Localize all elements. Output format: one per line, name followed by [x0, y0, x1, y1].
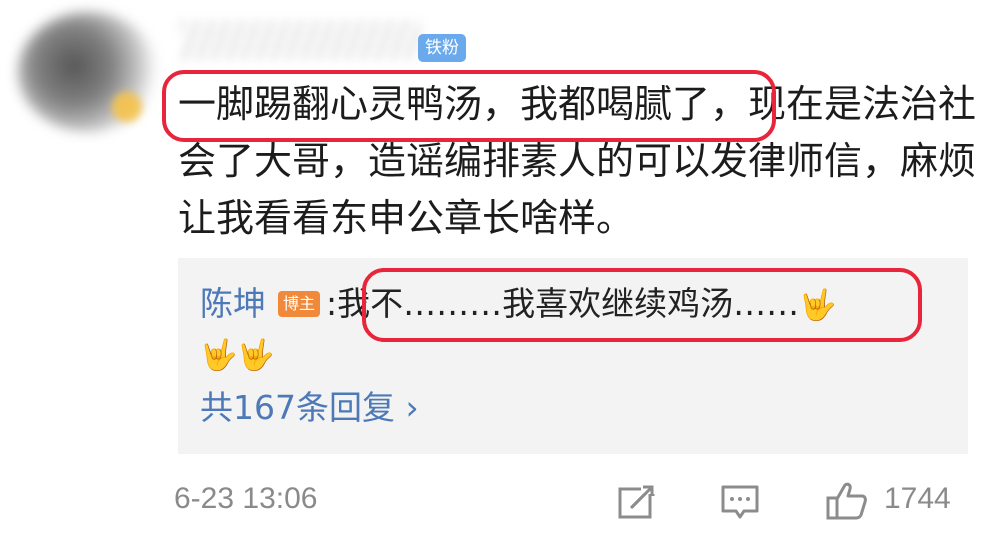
reply-separator: :	[326, 284, 338, 323]
highlight-box-comment	[162, 70, 776, 142]
highlight-box-reply	[362, 268, 922, 342]
avatar-verified-dot	[112, 92, 142, 122]
username-blurred[interactable]	[180, 20, 420, 60]
like-icon[interactable]	[826, 481, 868, 521]
comment-icon[interactable]	[720, 484, 760, 520]
reply-emoji-row: 🤟🤟	[200, 338, 275, 373]
author-host-badge: 博主	[278, 290, 321, 317]
fan-badge: 铁粉	[418, 34, 466, 62]
like-count: 1744	[884, 482, 951, 515]
comment-timestamp: 6-23 13:06	[174, 482, 318, 515]
reply-author[interactable]: 陈坤	[200, 284, 266, 323]
share-icon[interactable]	[617, 484, 657, 520]
view-replies-link[interactable]: 共167条回复 ›	[200, 386, 419, 430]
